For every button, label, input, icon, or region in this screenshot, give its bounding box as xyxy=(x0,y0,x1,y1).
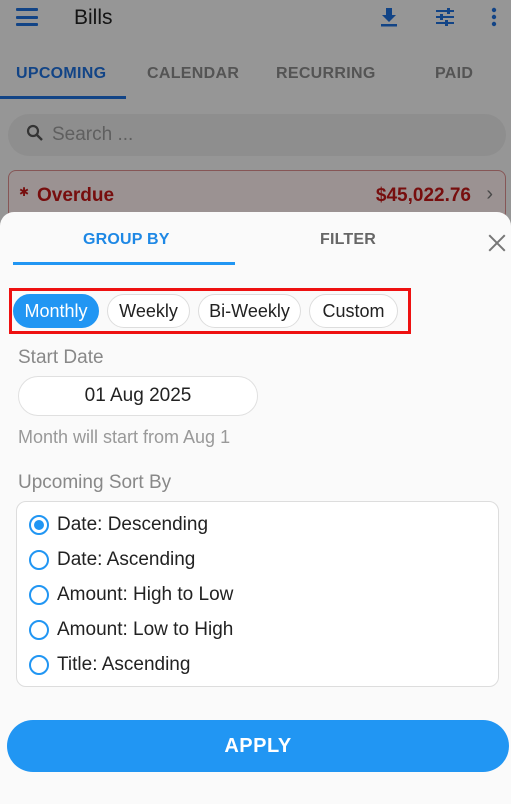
chip-custom[interactable]: Custom xyxy=(309,294,398,328)
tab-filter[interactable]: FILTER xyxy=(320,231,376,249)
group-by-sheet: GROUP BY FILTER Monthly Weekly Bi-Weekly… xyxy=(0,212,511,804)
sort-option-amount-low[interactable]: Amount: Low to High xyxy=(29,617,233,643)
sort-option-label: Date: Descending xyxy=(57,514,209,535)
radio-checked-icon xyxy=(29,515,49,535)
radio-unchecked-icon xyxy=(29,655,49,675)
radio-unchecked-icon xyxy=(29,585,49,605)
radio-unchecked-icon xyxy=(29,620,49,640)
tab-group-by[interactable]: GROUP BY xyxy=(83,231,170,249)
chip-monthly[interactable]: Monthly xyxy=(13,294,99,328)
group-options-highlight: Monthly Weekly Bi-Weekly Custom xyxy=(9,288,411,334)
chip-weekly[interactable]: Weekly xyxy=(107,294,190,328)
sort-option-label: Title: Ascending xyxy=(57,654,191,675)
sort-option-label: Date: Ascending xyxy=(57,549,196,570)
sort-option-label: Amount: Low to High xyxy=(57,619,234,640)
sheet-tab-indicator xyxy=(13,262,235,265)
sort-options-group: Date: Descending Date: Ascending Amount:… xyxy=(16,501,499,687)
sort-option-date-desc[interactable]: Date: Descending xyxy=(29,512,208,538)
radio-unchecked-icon xyxy=(29,550,49,570)
sort-by-label: Upcoming Sort By xyxy=(18,472,172,493)
close-icon[interactable] xyxy=(486,232,508,254)
start-date-hint: Month will start from Aug 1 xyxy=(18,427,231,447)
chip-bi-weekly[interactable]: Bi-Weekly xyxy=(198,294,301,328)
sort-option-label: Amount: High to Low xyxy=(57,584,234,605)
sort-option-amount-high[interactable]: Amount: High to Low xyxy=(29,582,233,608)
start-date-field[interactable]: 01 Aug 2025 xyxy=(18,376,258,416)
apply-button[interactable]: APPLY xyxy=(7,720,509,772)
start-date-label: Start Date xyxy=(18,347,104,368)
sort-option-title-asc[interactable]: Title: Ascending xyxy=(29,652,190,678)
sort-option-date-asc[interactable]: Date: Ascending xyxy=(29,547,195,573)
